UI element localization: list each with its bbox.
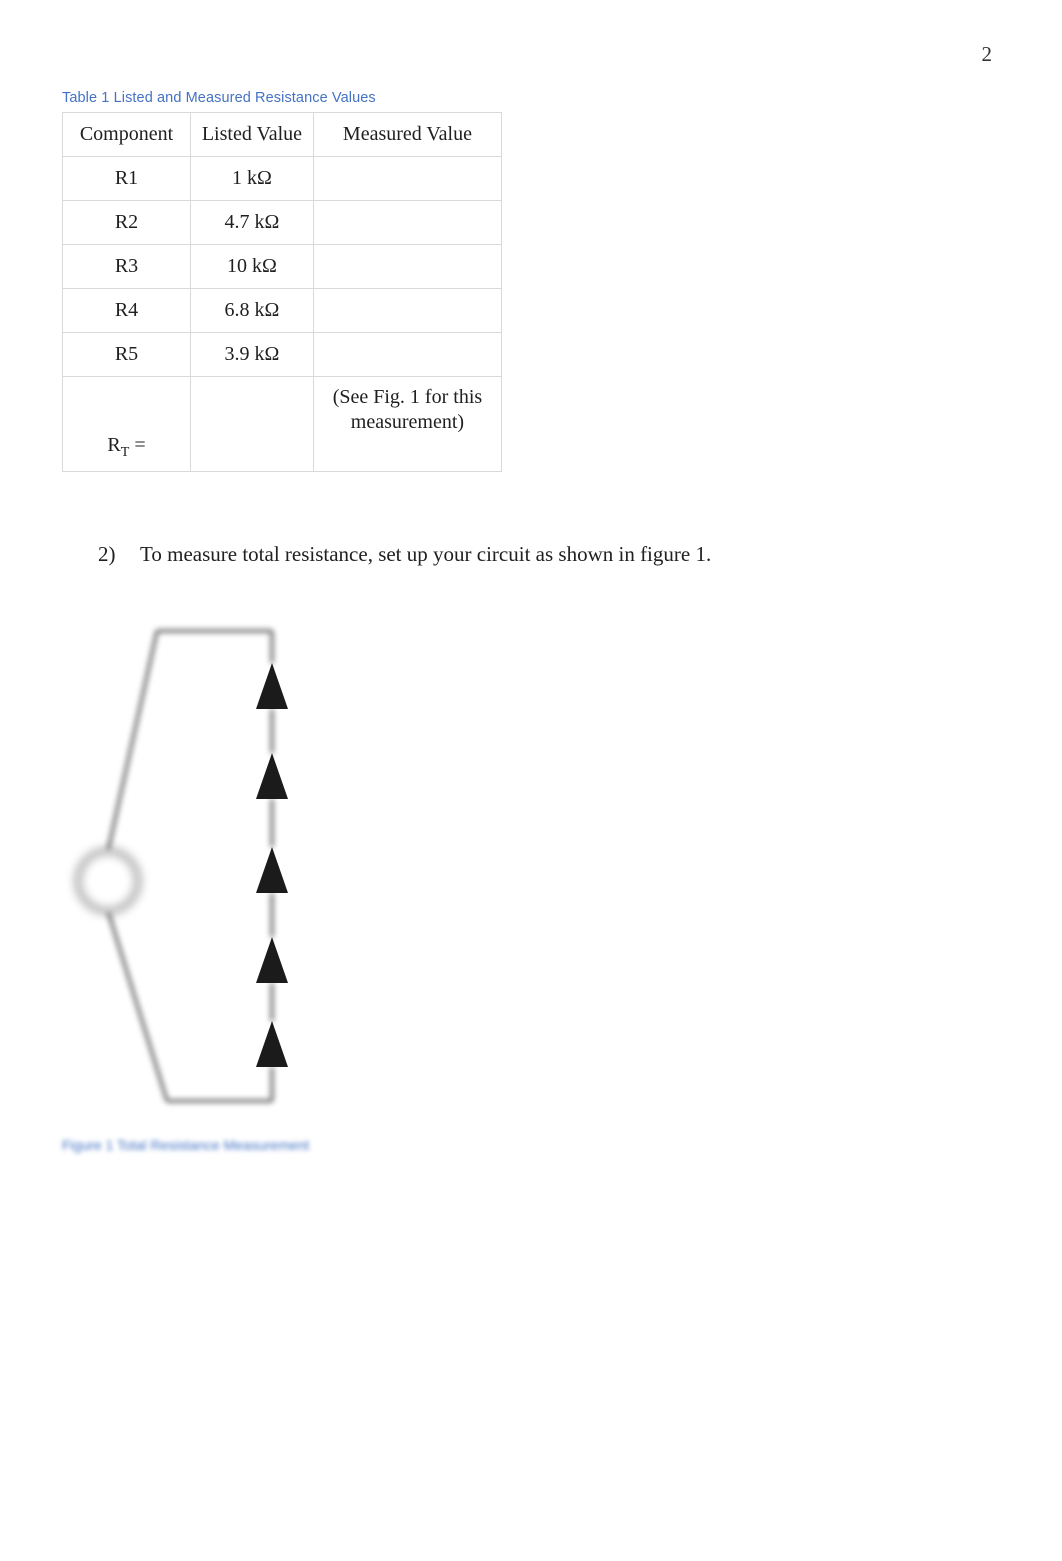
- cell-component: R2: [63, 201, 191, 245]
- step-number: 2): [98, 542, 122, 567]
- cell-listed: 1 kΩ: [191, 157, 314, 201]
- page: 2 Table 1 Listed and Measured Resistance…: [0, 0, 1062, 1561]
- cell-listed: 6.8 kΩ: [191, 289, 314, 333]
- cell-listed: 10 kΩ: [191, 245, 314, 289]
- cell-measured: [313, 289, 501, 333]
- table-row: R4 6.8 kΩ: [63, 289, 502, 333]
- cell-measured: [313, 201, 501, 245]
- procedure-step: 2) To measure total resistance, set up y…: [98, 542, 1000, 567]
- cell-measured: [313, 157, 501, 201]
- header-measured: Measured Value: [313, 113, 501, 157]
- table-row: R5 3.9 kΩ: [63, 333, 502, 377]
- cell-component: R5: [63, 333, 191, 377]
- resistance-table: Component Listed Value Measured Value R1…: [62, 112, 502, 472]
- cell-total-measured: (See Fig. 1 for this measurement): [313, 377, 501, 472]
- cell-component: R4: [63, 289, 191, 333]
- table-row: R2 4.7 kΩ: [63, 201, 502, 245]
- rt-prefix: R: [107, 434, 120, 456]
- cell-listed: 4.7 kΩ: [191, 201, 314, 245]
- cell-total-listed: [191, 377, 314, 472]
- rt-suffix: =: [129, 434, 145, 456]
- table-row: R3 10 kΩ: [63, 245, 502, 289]
- cell-component: R3: [63, 245, 191, 289]
- figure-caption: Figure 1 Total Resistance Measurement: [62, 1137, 337, 1153]
- table-row: R1 1 kΩ: [63, 157, 502, 201]
- table-total-row: RT = (See Fig. 1 for this measurement): [63, 377, 502, 472]
- cell-measured: [313, 333, 501, 377]
- table-caption: Table 1 Listed and Measured Resistance V…: [62, 90, 1000, 106]
- page-number: 2: [982, 42, 993, 67]
- table-header-row: Component Listed Value Measured Value: [63, 113, 502, 157]
- header-listed: Listed Value: [191, 113, 314, 157]
- figure-wrap: Figure 1 Total Resistance Measurement: [62, 601, 337, 1153]
- figure-1: [62, 601, 337, 1131]
- total-measured-note: (See Fig. 1 for this measurement): [322, 385, 493, 435]
- cell-component: R1: [63, 157, 191, 201]
- circuit-diagram-icon: [62, 601, 337, 1131]
- cell-measured: [313, 245, 501, 289]
- cell-listed: 3.9 kΩ: [191, 333, 314, 377]
- cell-total-label: RT =: [63, 377, 191, 472]
- step-text: To measure total resistance, set up your…: [140, 542, 711, 567]
- header-component: Component: [63, 113, 191, 157]
